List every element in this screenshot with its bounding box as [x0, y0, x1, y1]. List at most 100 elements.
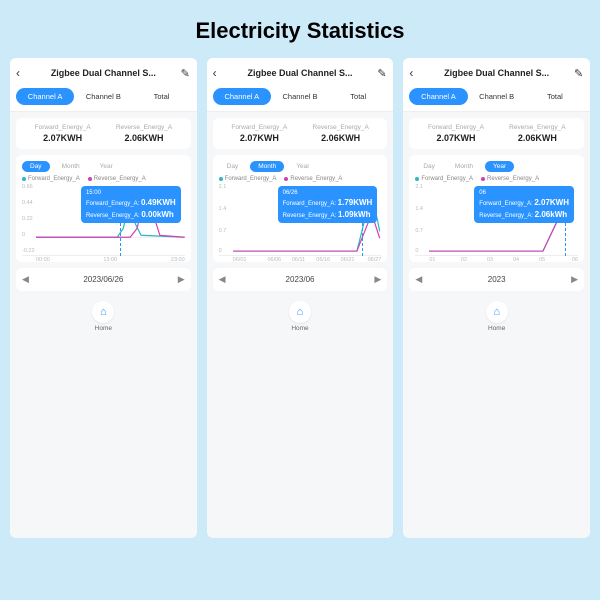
home-button[interactable]: ⌂ Home: [92, 301, 114, 332]
chart-tooltip: 06/26 Forward_Energy_A: 1.79KWH Reverse_…: [278, 186, 378, 223]
prev-icon[interactable]: ◀: [415, 274, 425, 285]
back-icon[interactable]: ‹: [213, 66, 223, 80]
tooltip-fwd-value: 0.49KWH: [141, 198, 176, 207]
ytick: 2.1: [415, 184, 423, 190]
dot-icon: [481, 177, 485, 181]
stat-forward: Forward_Energy_A 2.07KWH: [219, 124, 300, 143]
header-title: Zigbee Dual Channel S...: [26, 68, 181, 78]
edit-icon[interactable]: ✎: [377, 67, 387, 80]
period-month[interactable]: Month: [250, 161, 284, 172]
tab-channel-b[interactable]: Channel B: [271, 88, 329, 105]
date-nav: ◀ 2023/06 ▶: [213, 268, 388, 291]
legend-forward: Forward_Energy_A: [415, 176, 473, 182]
ytick: 0: [22, 232, 25, 238]
legend: Forward_Energy_A Reverse_Energy_A: [219, 176, 382, 182]
tooltip-rev-value: 0.00kWh: [141, 210, 173, 219]
stat-label: Reverse_Energy_A: [103, 124, 184, 131]
legend-forward: Forward_Energy_A: [22, 176, 80, 182]
date-label[interactable]: 2023/06/26: [32, 275, 175, 284]
period-year[interactable]: Year: [92, 161, 121, 172]
period-tabs: Day Month Year: [415, 161, 578, 172]
tab-channel-b[interactable]: Channel B: [468, 88, 526, 105]
stats-card: Forward_Energy_A 2.07KWH Reverse_Energy_…: [16, 118, 191, 149]
dot-icon: [219, 177, 223, 181]
tooltip-time: 15:00: [86, 189, 176, 197]
tab-channel-a[interactable]: Channel A: [409, 88, 467, 105]
period-day[interactable]: Day: [219, 161, 247, 172]
tooltip-rev-label: Reverse_Energy_A:: [479, 213, 533, 219]
channel-tabs: Channel A Channel B Total: [207, 88, 394, 112]
home-button[interactable]: ⌂ Home: [486, 301, 508, 332]
tooltip-fwd-value: 1.79KWH: [338, 198, 373, 207]
chart-card: Day Month Year Forward_Energy_A Reverse_…: [213, 155, 388, 262]
chart-area[interactable]: 0.66 0.44 0.22 0 -0.22 00:00 13:00 23:00…: [22, 184, 185, 256]
ytick: 1.4: [415, 206, 423, 212]
tooltip-rev-value: 2.06kWh: [535, 210, 567, 219]
xtick: 23:00: [171, 257, 185, 263]
legend-reverse: Reverse_Energy_A: [88, 176, 146, 182]
home-button[interactable]: ⌂ Home: [289, 301, 311, 332]
prev-icon[interactable]: ◀: [22, 274, 32, 285]
date-label[interactable]: 2023/06: [229, 275, 372, 284]
period-tabs: Day Month Year: [22, 161, 185, 172]
next-icon[interactable]: ▶: [175, 274, 185, 285]
dot-icon: [284, 177, 288, 181]
date-nav: ◀ 2023/06/26 ▶: [16, 268, 191, 291]
dot-icon: [415, 177, 419, 181]
tooltip-fwd-label: Forward_Energy_A:: [86, 201, 139, 207]
tab-total[interactable]: Total: [526, 88, 584, 105]
header-title: Zigbee Dual Channel S...: [223, 68, 378, 78]
period-month[interactable]: Month: [447, 161, 481, 172]
back-icon[interactable]: ‹: [409, 66, 419, 80]
phone-row: ‹ Zigbee Dual Channel S... ✎ Channel A C…: [0, 58, 600, 538]
ytick: 0.7: [219, 228, 227, 234]
xtick: 06: [572, 257, 578, 263]
period-month[interactable]: Month: [54, 161, 88, 172]
edit-icon[interactable]: ✎: [181, 67, 191, 80]
xtick: 05: [539, 257, 545, 263]
xtick: 00:00: [36, 257, 50, 263]
xtick: 06/06: [267, 257, 281, 263]
next-icon[interactable]: ▶: [568, 274, 578, 285]
stats-card: Forward_Energy_A 2.07KWH Reverse_Energy_…: [409, 118, 584, 149]
stats-card: Forward_Energy_A 2.07KWH Reverse_Energy_…: [213, 118, 388, 149]
tab-total[interactable]: Total: [329, 88, 387, 105]
xtick: 03: [487, 257, 493, 263]
chart-area[interactable]: 2.1 1.4 0.7 0 06/01 06/06 06/11 06/16 06…: [219, 184, 382, 256]
prev-icon[interactable]: ◀: [219, 274, 229, 285]
page-title: Electricity Statistics: [0, 0, 600, 58]
home-icon: ⌂: [486, 301, 508, 323]
home-row: ⌂ Home: [403, 297, 590, 336]
stat-label: Reverse_Energy_A: [497, 124, 578, 131]
ytick: 0.22: [22, 216, 33, 222]
legend-label: Forward_Energy_A: [421, 176, 473, 182]
chart-area[interactable]: 2.1 1.4 0.7 0 01 02 03 04 05 06 06 Forwa…: [415, 184, 578, 256]
date-label[interactable]: 2023: [425, 275, 568, 284]
tooltip-time: 06/26: [283, 189, 373, 197]
tab-total[interactable]: Total: [132, 88, 190, 105]
next-icon[interactable]: ▶: [371, 274, 381, 285]
header: ‹ Zigbee Dual Channel S... ✎: [403, 58, 590, 88]
period-tabs: Day Month Year: [219, 161, 382, 172]
tab-channel-a[interactable]: Channel A: [16, 88, 74, 105]
tab-channel-b[interactable]: Channel B: [74, 88, 132, 105]
period-year[interactable]: Year: [485, 161, 514, 172]
period-year[interactable]: Year: [288, 161, 317, 172]
stat-value: 2.06KWH: [300, 133, 381, 143]
dot-icon: [22, 177, 26, 181]
channel-tabs: Channel A Channel B Total: [10, 88, 197, 112]
back-icon[interactable]: ‹: [16, 66, 26, 80]
ytick: 0.44: [22, 200, 33, 206]
tab-channel-a[interactable]: Channel A: [213, 88, 271, 105]
chart-tooltip: 15:00 Forward_Energy_A: 0.49KWH Reverse_…: [81, 186, 181, 223]
legend: Forward_Energy_A Reverse_Energy_A: [415, 176, 578, 182]
stat-label: Reverse_Energy_A: [300, 124, 381, 131]
edit-icon[interactable]: ✎: [574, 67, 584, 80]
phone-year: ‹ Zigbee Dual Channel S... ✎ Channel A C…: [403, 58, 590, 538]
tooltip-fwd-value: 2.07KWH: [534, 198, 569, 207]
ytick: 0: [415, 248, 418, 254]
period-day[interactable]: Day: [415, 161, 443, 172]
stat-value: 2.06KWH: [103, 133, 184, 143]
ytick: 0.66: [22, 184, 33, 190]
period-day[interactable]: Day: [22, 161, 50, 172]
